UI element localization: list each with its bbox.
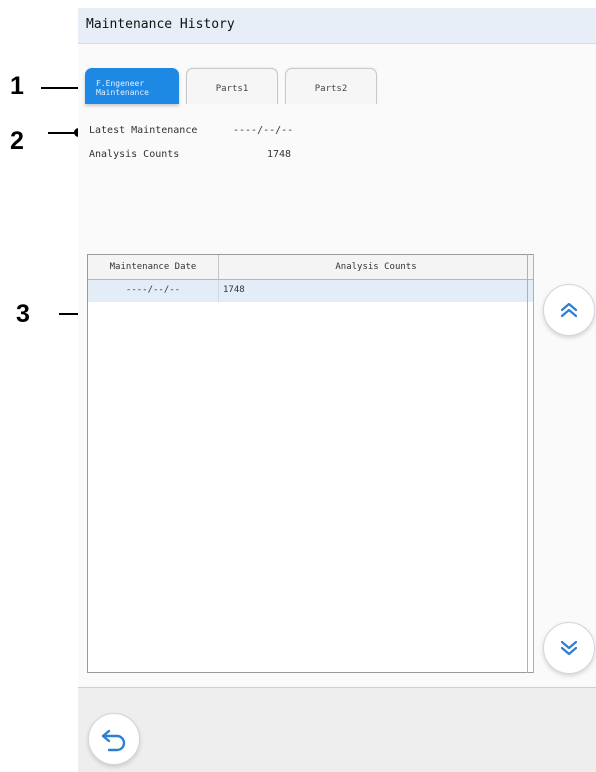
table-row[interactable]: ----/--/-- 1748 [88,280,533,302]
callout-1: 1 [10,72,24,100]
scroll-track-border [527,254,528,673]
table-header: Maintenance Date Analysis Counts [88,255,533,280]
tab-parts1[interactable]: Parts1 [186,68,278,104]
tab-label: F.Engeneer Maintenance [96,79,149,97]
undo-arrow-icon [89,729,139,768]
scroll-up-button[interactable] [543,284,595,336]
cell-maintenance-date: ----/--/-- [125,285,181,295]
latest-maintenance-value: ----/--/-- [233,125,294,136]
cell-analysis-counts: 1748 [223,285,245,295]
analysis-counts-value: 1748 [267,149,292,160]
content-panel: Maintenance History F.Engeneer Maintenan… [78,8,596,688]
window-title: Maintenance History [86,17,235,32]
back-button[interactable] [88,713,140,765]
callout-2: 2 [10,127,24,155]
double-chevron-up-icon [558,299,580,320]
column-header-maintenance-date: Maintenance Date [109,262,197,272]
title-bar: Maintenance History [78,8,596,44]
analysis-counts-label: Analysis Counts [89,149,180,160]
latest-maintenance-label: Latest Maintenance [89,125,198,136]
tab-label: Parts1 [215,84,249,94]
tab-f-engineer-maintenance[interactable]: F.Engeneer Maintenance [85,68,179,104]
maintenance-table[interactable]: Maintenance Date Analysis Counts ----/--… [87,254,534,673]
column-header-analysis-counts: Analysis Counts [335,262,417,272]
device-screen: Maintenance History F.Engeneer Maintenan… [78,8,596,772]
scroll-track-border [533,254,534,673]
scroll-down-button[interactable] [543,622,595,674]
tab-label: Parts2 [314,84,348,94]
tab-parts2[interactable]: Parts2 [285,68,377,104]
double-chevron-down-icon [558,637,580,658]
cell-divider [218,280,219,302]
callout-3: 3 [16,300,30,328]
